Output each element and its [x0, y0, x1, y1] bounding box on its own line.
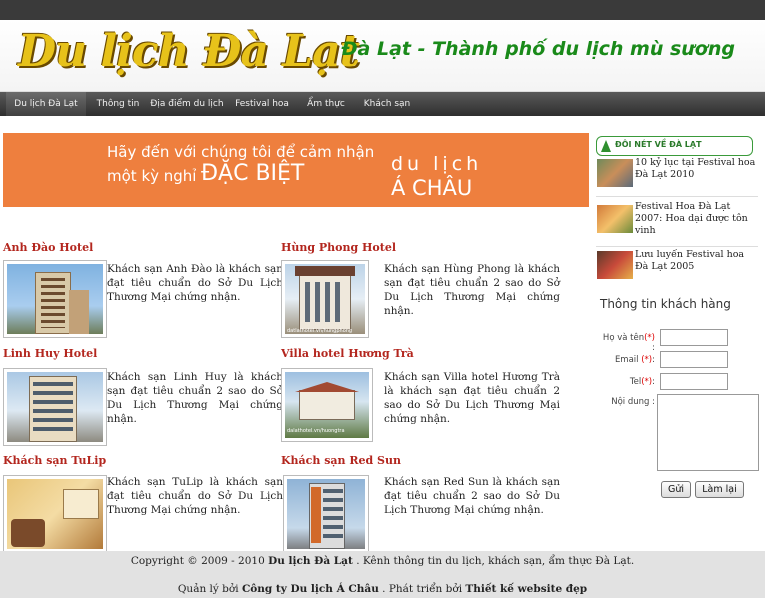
nav-item-dia-diem[interactable]: Địa điểm du lịch [148, 92, 226, 116]
site-logo[interactable]: Du lịch Đà Lạt [18, 26, 360, 77]
phone-label: Tel(*): [629, 377, 655, 387]
banner-line-2: một kỳ nghỉ [107, 167, 197, 185]
banner-line-1: Hãy đến với chúng tôi để cảm nhận [107, 143, 375, 161]
hotel-photo-hung-phong[interactable]: datlathotel.vn/hungphong [281, 260, 369, 338]
news-thumbnail[interactable] [597, 205, 633, 233]
pine-tree-icon [601, 140, 611, 152]
banner-brand-bottom: Á CHÂU [391, 176, 473, 200]
hotel-name-hung-phong[interactable]: Hùng Phong Hotel [281, 241, 396, 254]
news-link[interactable]: Lưu luyến Festival hoa Đà Lạt 2005 [635, 249, 757, 273]
news-link[interactable]: Festival Hoa Đà Lạt 2007: Hoa dại được t… [635, 201, 757, 237]
hotel-desc-tulip: Khách sạn TuLip là khách sạn đạt tiêu ch… [107, 476, 283, 516]
hotel-name-red-sun[interactable]: Khách sạn Red Sun [281, 454, 401, 467]
sidebar-title-text: ĐÔI NÉT VỀ ĐÀ LẠT [615, 140, 702, 149]
content-label: Nội dung : [611, 397, 655, 407]
hotel-desc-villa-huong-tra: Khách sạn Villa hotel Hương Trà là khách… [384, 371, 560, 425]
site-slogan: Đà Lạt - Thành phố du lịch mù sương [341, 38, 735, 60]
nav-item-thong-tin[interactable]: Thông tin [90, 92, 146, 116]
company-link[interactable]: Công ty Du lịch Á Châu [242, 583, 379, 595]
nav-item-festival-hoa[interactable]: Festival hoa [230, 92, 294, 116]
site-footer: Copyright © 2009 - 2010 Du lịch Đà Lạt .… [0, 551, 765, 598]
developer-link[interactable]: Thiết kế website đẹp [465, 583, 587, 595]
news-thumbnail[interactable] [597, 251, 633, 279]
hotel-photo-villa-huong-tra[interactable]: dalathotel.vn/huongtra [281, 368, 373, 442]
promo-banner[interactable]: Hãy đến với chúng tôi để cảm nhận một kỳ… [3, 133, 589, 207]
news-item[interactable]: 10 kỷ lục tại Festival hoa Đà Lạt 2010 [596, 157, 758, 197]
photo-caption: dalathotel.vn/huongtra [287, 428, 345, 434]
news-link[interactable]: 10 kỷ lục tại Festival hoa Đà Lạt 2010 [635, 157, 757, 181]
content-textarea[interactable] [657, 394, 759, 471]
banner-brand-top: du lịch [391, 153, 483, 175]
hotel-photo-tulip[interactable] [3, 475, 107, 553]
hotel-name-tulip[interactable]: Khách sạn TuLip [3, 454, 106, 467]
hotel-name-anh-dao[interactable]: Anh Đào Hotel [3, 241, 93, 254]
footer-brand-link[interactable]: Du lịch Đà Lạt [268, 555, 353, 567]
credits-line: Quản lý bởi Công ty Du lịch Á Châu . Phá… [177, 583, 588, 595]
hotel-desc-hung-phong: Khách sạn Hùng Phong là khách sạn đạt ti… [384, 263, 560, 317]
hotel-desc-linh-huy: Khách sạn Linh Huy là khách sạn đạt tiêu… [107, 371, 283, 425]
hotel-photo-red-sun[interactable] [283, 475, 369, 553]
name-label: Họ và tên(*) : [602, 333, 655, 353]
main-nav: Du lịch Đà Lạt Thông tin Địa điểm du lịc… [0, 92, 765, 116]
hotel-photo-anh-dao[interactable] [3, 260, 107, 338]
nav-item-am-thuc[interactable]: Ẩm thực [300, 92, 352, 116]
hotel-photo-linh-huy[interactable] [3, 368, 107, 446]
email-label: Email (*): [614, 355, 655, 365]
hotel-name-villa-huong-tra[interactable]: Villa hotel Hương Trà [281, 347, 414, 360]
copyright-line: Copyright © 2009 - 2010 Du lịch Đà Lạt .… [130, 555, 635, 567]
nav-item-du-lich-da-lat[interactable]: Du lịch Đà Lạt [6, 92, 86, 116]
hotel-desc-red-sun: Khách sạn Red Sun là khách sạn đạt tiêu … [384, 476, 560, 516]
submit-button[interactable]: Gửi [661, 481, 691, 498]
contact-form-title: Thông tin khách hàng [600, 297, 731, 311]
hotel-name-linh-huy[interactable]: Linh Huy Hotel [3, 347, 97, 360]
reset-button[interactable]: Làm lại [695, 481, 744, 498]
news-item[interactable]: Lưu luyến Festival hoa Đà Lạt 2005 [596, 249, 758, 285]
site-header: Du lịch Đà Lạt Đà Lạt - Thành phố du lịc… [0, 20, 765, 92]
news-thumbnail[interactable] [597, 159, 633, 187]
email-field[interactable] [660, 351, 728, 368]
phone-field[interactable] [660, 373, 728, 390]
photo-caption: datlathotel.vn/hungphong [287, 328, 353, 334]
sidebar-section-title: ĐÔI NÉT VỀ ĐÀ LẠT [596, 136, 753, 156]
nav-item-khach-san[interactable]: Khách sạn [358, 92, 416, 116]
news-item[interactable]: Festival Hoa Đà Lạt 2007: Hoa dại được t… [596, 201, 758, 247]
name-field[interactable] [660, 329, 728, 346]
top-bar [0, 0, 765, 20]
hotel-desc-anh-dao: Khách sạn Anh Đào là khách sạn đạt tiêu … [107, 263, 283, 303]
banner-highlight: ĐẶC BIỆT [201, 161, 305, 186]
